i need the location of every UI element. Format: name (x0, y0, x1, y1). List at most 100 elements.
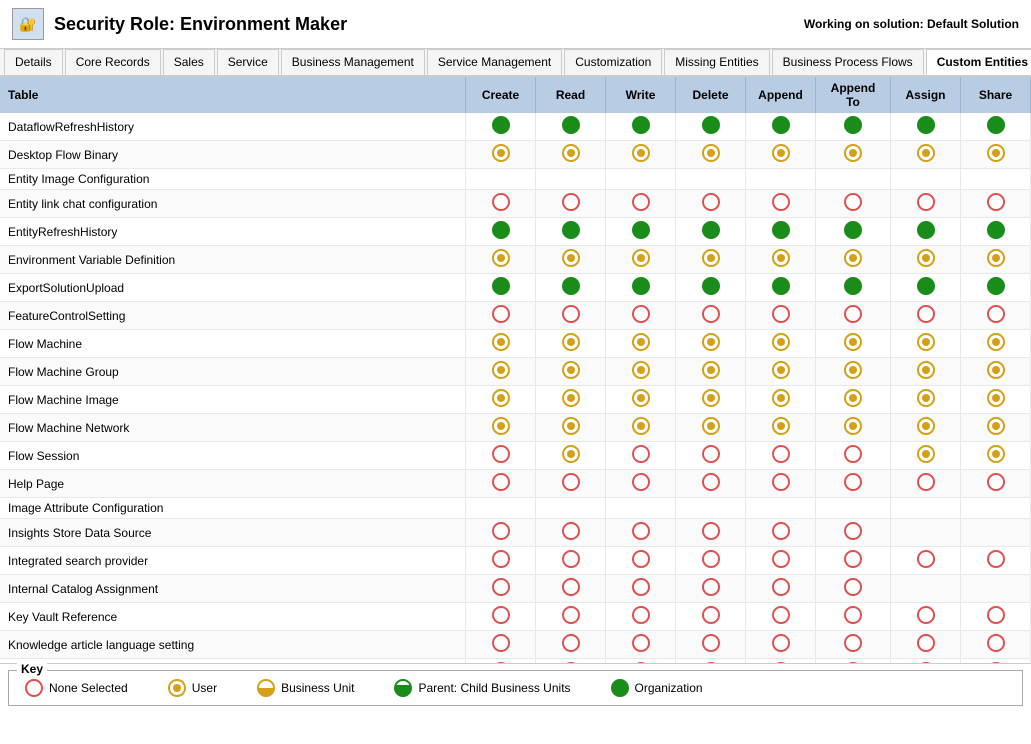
cell-append[interactable] (746, 603, 816, 631)
user-permission-icon[interactable] (917, 389, 935, 407)
cell-create[interactable] (466, 113, 536, 141)
none-permission-icon[interactable] (562, 305, 580, 323)
tab-customization[interactable]: Customization (564, 49, 662, 75)
cell-create[interactable] (466, 519, 536, 547)
none-permission-icon[interactable] (772, 305, 790, 323)
none-permission-icon[interactable] (632, 606, 650, 624)
cell-append[interactable] (746, 659, 816, 665)
user-permission-icon[interactable] (702, 417, 720, 435)
user-permission-icon[interactable] (632, 144, 650, 162)
none-permission-icon[interactable] (772, 522, 790, 540)
none-permission-icon[interactable] (772, 550, 790, 568)
cell-delete[interactable] (676, 575, 746, 603)
cell-read[interactable] (536, 498, 606, 519)
user-permission-icon[interactable] (844, 333, 862, 351)
cell-read[interactable] (536, 519, 606, 547)
user-permission-icon[interactable] (987, 389, 1005, 407)
user-permission-icon[interactable] (987, 249, 1005, 267)
org-permission-icon[interactable] (844, 277, 862, 295)
cell-read[interactable] (536, 575, 606, 603)
none-permission-icon[interactable] (632, 522, 650, 540)
cell-create[interactable] (466, 470, 536, 498)
user-permission-icon[interactable] (772, 389, 790, 407)
user-permission-icon[interactable] (562, 333, 580, 351)
user-permission-icon[interactable] (492, 333, 510, 351)
cell-create[interactable] (466, 141, 536, 169)
none-permission-icon[interactable] (987, 473, 1005, 491)
cell-append[interactable] (746, 190, 816, 218)
cell-read[interactable] (536, 470, 606, 498)
cell-create[interactable] (466, 302, 536, 330)
cell-share[interactable] (961, 498, 1031, 519)
cell-append[interactable] (746, 330, 816, 358)
user-permission-icon[interactable] (772, 417, 790, 435)
cell-write[interactable] (606, 498, 676, 519)
user-permission-icon[interactable] (772, 361, 790, 379)
cell-delete[interactable] (676, 603, 746, 631)
cell-assign[interactable] (891, 141, 961, 169)
user-permission-icon[interactable] (772, 144, 790, 162)
table-container[interactable]: Table Create Read Write Delete Append Ap… (0, 77, 1031, 664)
cell-write[interactable] (606, 218, 676, 246)
cell-delete[interactable] (676, 442, 746, 470)
none-permission-icon[interactable] (562, 606, 580, 624)
none-permission-icon[interactable] (562, 522, 580, 540)
user-permission-icon[interactable] (772, 249, 790, 267)
cell-assign[interactable] (891, 414, 961, 442)
cell-create[interactable] (466, 358, 536, 386)
cell-read[interactable] (536, 631, 606, 659)
cell-assign[interactable] (891, 190, 961, 218)
cell-appendTo[interactable] (816, 442, 891, 470)
cell-assign[interactable] (891, 218, 961, 246)
none-permission-icon[interactable] (702, 193, 720, 211)
none-permission-icon[interactable] (844, 522, 862, 540)
none-permission-icon[interactable] (632, 305, 650, 323)
none-permission-icon[interactable] (492, 445, 510, 463)
cell-delete[interactable] (676, 218, 746, 246)
cell-assign[interactable] (891, 169, 961, 190)
cell-read[interactable] (536, 302, 606, 330)
cell-append[interactable] (746, 169, 816, 190)
cell-read[interactable] (536, 603, 606, 631)
none-permission-icon[interactable] (844, 578, 862, 596)
cell-write[interactable] (606, 547, 676, 575)
cell-share[interactable] (961, 190, 1031, 218)
cell-share[interactable] (961, 169, 1031, 190)
none-permission-icon[interactable] (492, 662, 510, 664)
none-permission-icon[interactable] (772, 473, 790, 491)
org-permission-icon[interactable] (917, 221, 935, 239)
cell-read[interactable] (536, 386, 606, 414)
cell-share[interactable] (961, 218, 1031, 246)
cell-write[interactable] (606, 575, 676, 603)
cell-appendTo[interactable] (816, 659, 891, 665)
org-permission-icon[interactable] (917, 116, 935, 134)
user-permission-icon[interactable] (492, 144, 510, 162)
org-permission-icon[interactable] (632, 116, 650, 134)
none-permission-icon[interactable] (772, 193, 790, 211)
user-permission-icon[interactable] (562, 417, 580, 435)
org-permission-icon[interactable] (632, 221, 650, 239)
cell-delete[interactable] (676, 386, 746, 414)
cell-delete[interactable] (676, 302, 746, 330)
cell-write[interactable] (606, 330, 676, 358)
none-permission-icon[interactable] (844, 445, 862, 463)
cell-appendTo[interactable] (816, 190, 891, 218)
cell-assign[interactable] (891, 113, 961, 141)
none-permission-icon[interactable] (844, 634, 862, 652)
org-permission-icon[interactable] (772, 116, 790, 134)
none-permission-icon[interactable] (702, 305, 720, 323)
cell-read[interactable] (536, 246, 606, 274)
org-permission-icon[interactable] (702, 277, 720, 295)
tab-service[interactable]: Service (217, 49, 279, 75)
cell-read[interactable] (536, 141, 606, 169)
none-permission-icon[interactable] (917, 550, 935, 568)
cell-appendTo[interactable] (816, 470, 891, 498)
user-permission-icon[interactable] (702, 361, 720, 379)
cell-assign[interactable] (891, 386, 961, 414)
none-permission-icon[interactable] (702, 578, 720, 596)
cell-append[interactable] (746, 113, 816, 141)
cell-write[interactable] (606, 246, 676, 274)
cell-appendTo[interactable] (816, 141, 891, 169)
cell-create[interactable] (466, 218, 536, 246)
cell-write[interactable] (606, 659, 676, 665)
